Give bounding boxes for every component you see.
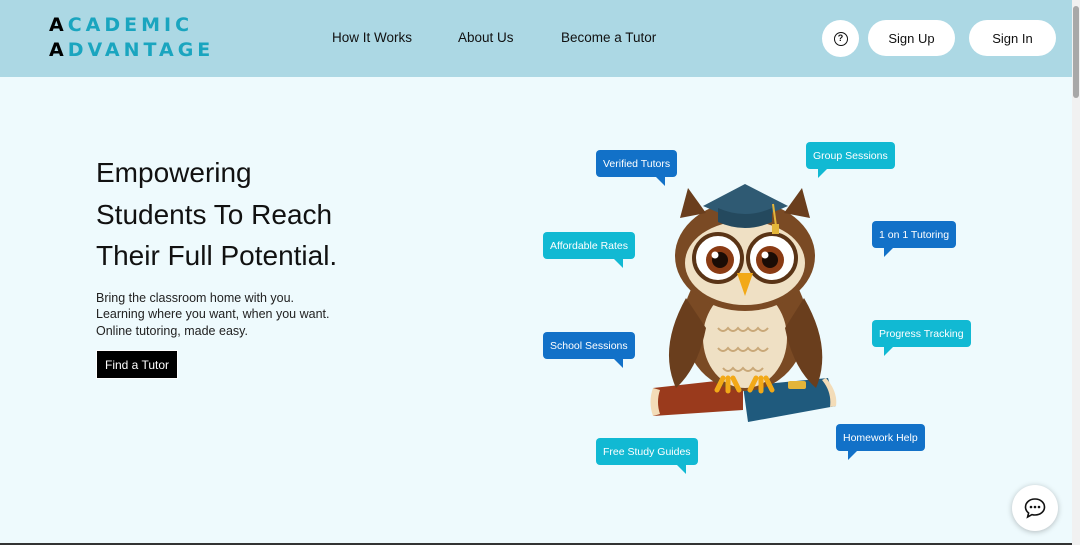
headline-line: Students To Reach [96,198,333,230]
bubble-verified-tutors: Verified Tutors [596,150,678,186]
help-button[interactable]: ? [822,20,859,57]
chat-bubble-icon [1024,498,1046,519]
bubble-progress-tracking: Progress Tracking [872,320,971,356]
logo-word-advantage: DVANTAGE [67,39,215,61]
bubble-group-sessions: Group Sessions [806,142,895,178]
bubble-affordable-rates: Affordable Rates [543,232,636,268]
chat-button[interactable] [1012,485,1058,531]
site-logo[interactable]: ACADEMIC ADVANTAGE [49,13,214,63]
page-scrollbar[interactable] [1072,0,1080,545]
question-icon: ? [833,31,848,46]
site-header: ACADEMIC ADVANTAGE How It Works About Us… [0,0,1072,77]
bubble-one-on-one-tutoring: 1 on 1 Tutoring [872,221,957,257]
sign-in-button[interactable]: Sign In [969,20,1056,56]
hero-subtext: Bring the classroom home with you. Learn… [96,290,329,339]
subtext-line: Learning where you want, when you want. [96,307,330,322]
bubble-school-sessions: School Sessions [543,332,635,368]
owl-graduate-illustration [650,184,837,422]
nav-become-a-tutor[interactable]: Become a Tutor [561,30,656,45]
subtext-line: Bring the classroom home with you. [96,291,295,305]
headline-line: Their Full Potential. [96,240,338,271]
logo-letter: A [49,39,68,61]
bubble-homework-help: Homework Help [836,424,925,460]
scrollbar-thumb[interactable] [1073,6,1079,98]
find-a-tutor-button[interactable]: Find a Tutor [96,350,178,379]
nav-about-us[interactable]: About Us [458,30,514,45]
subtext-line: Online tutoring, made easy. [96,323,248,338]
bubble-free-study-guides: Free Study Guides [596,438,698,474]
logo-word-academic: CADEMIC [67,14,194,36]
hero-headline: Empowering Students To Reach Their Full … [96,152,396,277]
sign-up-button[interactable]: Sign Up [868,20,955,56]
logo-letter: A [49,14,68,36]
headline-line: Empowering [96,157,252,188]
nav-how-it-works[interactable]: How It Works [332,30,412,45]
